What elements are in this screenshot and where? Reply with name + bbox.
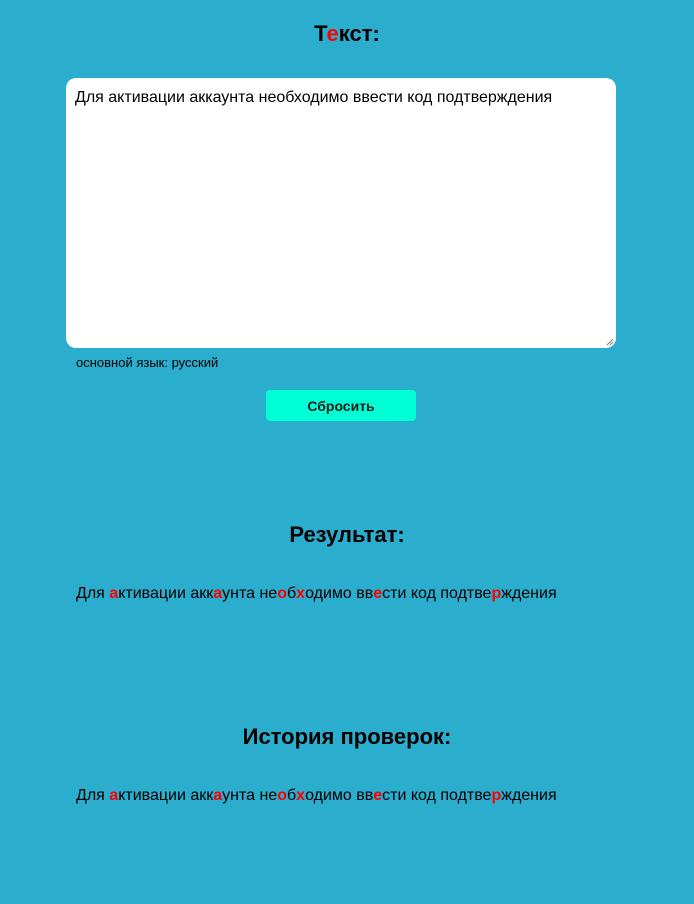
text-segment: ктивации акк: [118, 787, 214, 804]
highlighted-letter: о: [277, 787, 287, 804]
text-segment: унта не: [222, 787, 278, 804]
highlighted-letter: р: [491, 585, 502, 602]
text-segment: одимо вв: [305, 787, 374, 804]
history-entry: Для активации аккаунта необходимо ввести…: [76, 786, 557, 806]
highlighted-letter: е: [373, 787, 383, 804]
resize-handle-icon[interactable]: [606, 338, 614, 346]
highlighted-letter: х: [296, 585, 306, 602]
highlighted-letter: а: [109, 585, 119, 602]
text-segment: Для: [76, 585, 110, 602]
text-input-container: Для активации аккаунта необходимо ввести…: [66, 78, 616, 348]
title-part: Т: [314, 21, 327, 46]
title-part: кст:: [338, 21, 380, 46]
highlighted-letter: а: [213, 787, 223, 804]
text-segment: одимо вв: [305, 585, 374, 602]
text-input-area[interactable]: Для активации аккаунта необходимо ввести…: [66, 78, 616, 348]
text-segment: ктивации акк: [118, 585, 214, 602]
text-segment: унта не: [222, 585, 278, 602]
highlighted-letter: е: [373, 585, 383, 602]
highlighted-letter: а: [109, 787, 119, 804]
history-section-title: История проверок:: [242, 724, 452, 749]
highlighted-letter: х: [296, 787, 306, 804]
text-segment: Для: [76, 787, 110, 804]
text-segment: б: [286, 787, 297, 804]
title-part-highlighted: е: [326, 21, 339, 46]
text-segment: б: [286, 585, 297, 602]
text-segment: ждения: [501, 585, 557, 602]
reset-button[interactable]: Сбросить: [266, 390, 416, 421]
result-text: Для активации аккаунта необходимо ввести…: [76, 584, 557, 604]
text-segment: сти код подтве: [382, 585, 492, 602]
language-note: основной язык: русский: [76, 355, 219, 370]
highlighted-letter: а: [213, 585, 223, 602]
input-section-title: Текст:: [0, 21, 694, 47]
text-segment: ждения: [501, 787, 557, 804]
highlighted-letter: о: [277, 585, 287, 602]
text-segment: сти код подтве: [382, 787, 492, 804]
highlighted-letter: р: [491, 787, 502, 804]
result-section-title: Результат:: [289, 522, 405, 547]
